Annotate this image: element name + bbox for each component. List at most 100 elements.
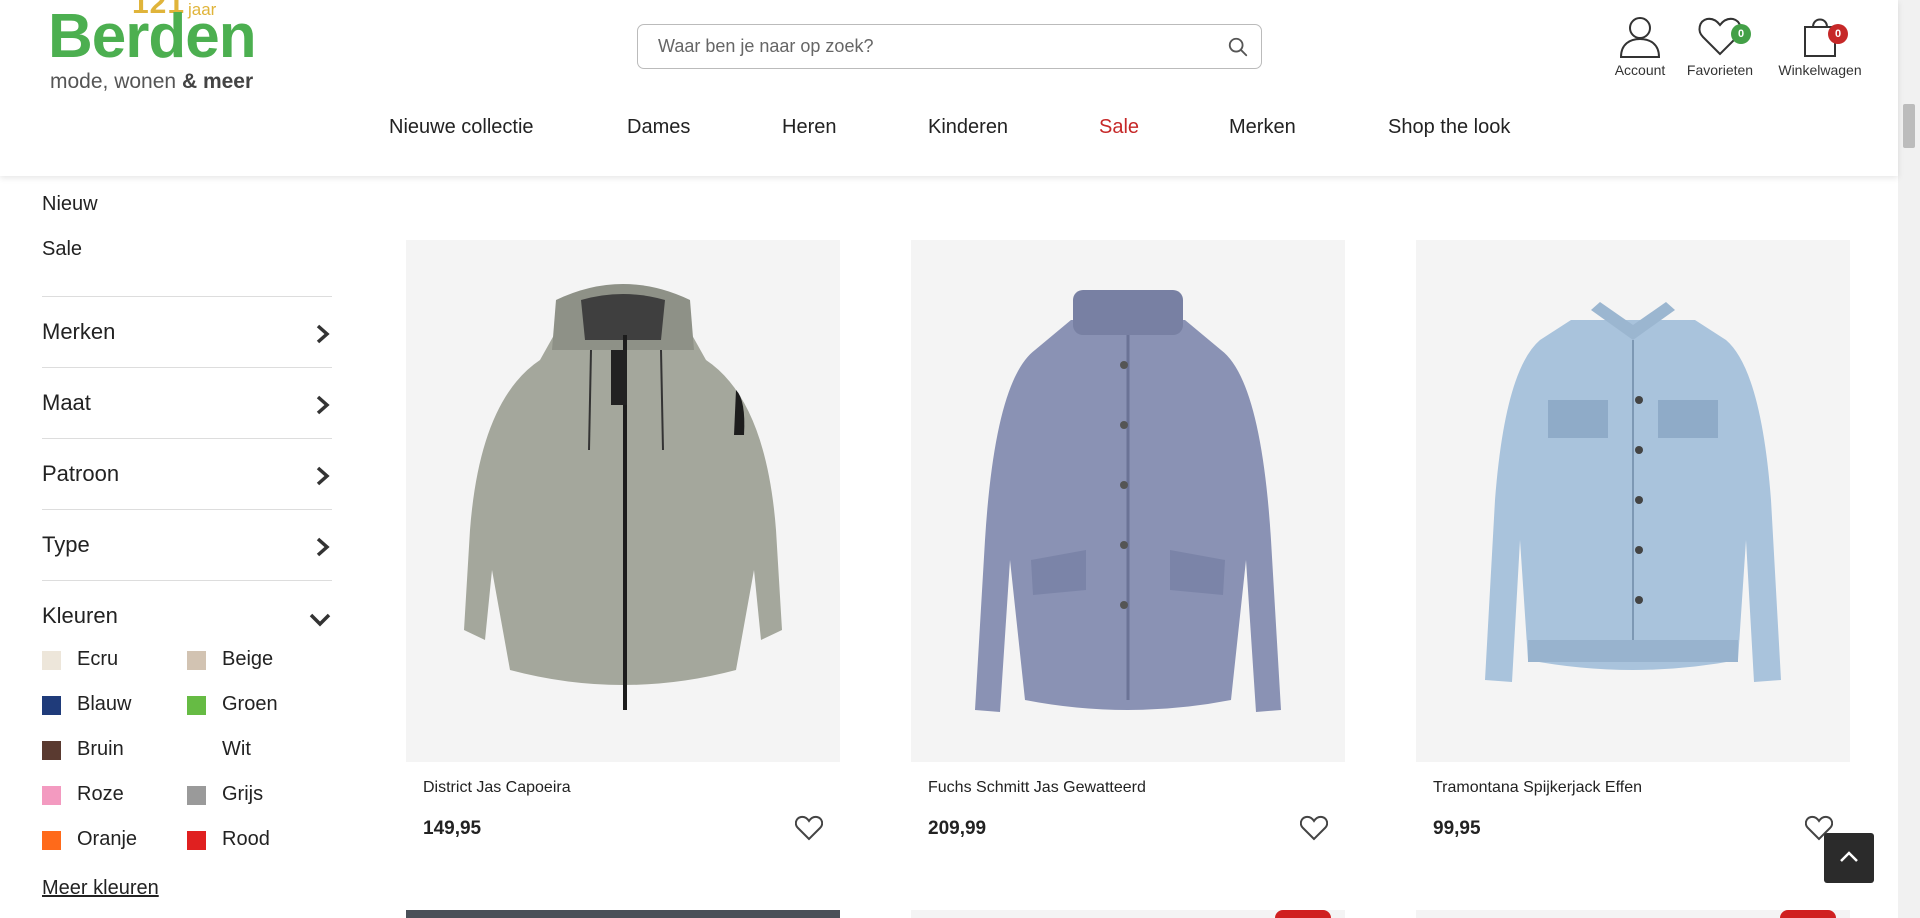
color-swatch: [187, 696, 206, 715]
product-card[interactable]: Fuchs Schmitt Jas Gewatteerd 209,99: [911, 240, 1345, 860]
color-filter-roze[interactable]: Roze: [42, 783, 182, 807]
product-card-peek[interactable]: [406, 910, 840, 918]
filter-sidebar: Nieuw Sale Merken Maat Patroon Type Kleu…: [42, 176, 332, 918]
color-filter-oranje[interactable]: Oranje: [42, 828, 182, 852]
product-name[interactable]: Tramontana Spijkerjack Effen: [1433, 779, 1642, 797]
color-label: Groen: [222, 693, 278, 715]
jacket-image: [1485, 302, 1781, 682]
page-scrollbar[interactable]: [1898, 0, 1920, 918]
heart-icon[interactable]: [795, 815, 823, 841]
favorites-count-badge: 0: [1731, 24, 1751, 44]
product-image[interactable]: [911, 240, 1345, 762]
back-to-top-button[interactable]: [1824, 833, 1874, 883]
nav-item-merken[interactable]: Merken: [1229, 116, 1296, 139]
chevron-right-icon: [316, 395, 330, 415]
color-label: Wit: [222, 738, 251, 760]
product-price: 209,99: [928, 818, 987, 839]
nav-item-sale[interactable]: Sale: [1099, 116, 1139, 139]
color-label: Bruin: [77, 738, 124, 760]
color-label: Ecru: [77, 648, 119, 670]
account-button[interactable]: Account: [1595, 14, 1685, 86]
color-filter-groen[interactable]: Groen: [187, 693, 327, 717]
chevron-right-icon: [316, 466, 330, 486]
heart-icon[interactable]: [1300, 815, 1328, 841]
color-filter-bruin[interactable]: Bruin: [42, 738, 182, 762]
color-swatch: [42, 831, 61, 850]
facet-type[interactable]: Type: [42, 509, 332, 580]
product-card[interactable]: Tramontana Spijkerjack Effen 99,95: [1416, 240, 1850, 860]
cart-label: Winkelwagen: [1778, 62, 1862, 78]
sale-badge: [1275, 910, 1331, 918]
color-swatch: [187, 786, 206, 805]
search-icon[interactable]: [1227, 36, 1249, 58]
nav-item-dames[interactable]: Dames: [627, 116, 690, 139]
account-icon: [1619, 17, 1661, 58]
facet-label: Kleuren: [42, 603, 118, 628]
search-input[interactable]: [658, 25, 1208, 68]
logo-tagline: mode, wonen & meer: [50, 70, 254, 93]
color-filter-beige[interactable]: Beige: [187, 648, 327, 672]
color-swatch: [187, 651, 206, 670]
color-swatch: [187, 741, 206, 760]
chevron-down-icon: [309, 613, 331, 627]
facet-label: Merken: [42, 319, 116, 344]
facet-merken[interactable]: Merken: [42, 296, 332, 367]
product-image[interactable]: [1416, 240, 1850, 762]
favorites-label: Favorieten: [1686, 62, 1754, 78]
facet-label: Patroon: [42, 461, 120, 486]
logo-brand: Berden: [48, 2, 257, 71]
color-label: Roze: [77, 783, 124, 805]
color-label: Grijs: [222, 783, 264, 805]
product-card[interactable]: District Jas Capoeira 149,95: [406, 240, 840, 860]
color-filter-ecru[interactable]: Ecru: [42, 648, 182, 672]
sale-badge: [1780, 910, 1836, 918]
chevron-up-icon: [1840, 851, 1858, 862]
color-swatch: [187, 831, 206, 850]
product-name[interactable]: Fuchs Schmitt Jas Gewatteerd: [928, 779, 1146, 797]
site-header: 121 jaar Berden mode, wonen & meer Accou…: [0, 0, 1898, 176]
product-image[interactable]: [406, 240, 840, 762]
color-label: Blauw: [77, 693, 132, 715]
nav-item-heren[interactable]: Heren: [782, 116, 836, 139]
search-box: [637, 24, 1262, 69]
facet-maat[interactable]: Maat: [42, 367, 332, 438]
sidebar-link-nieuw[interactable]: Nieuw: [42, 193, 98, 216]
chevron-right-icon: [316, 537, 330, 557]
jacket-image: [464, 284, 782, 710]
cart-count-badge: 0: [1828, 24, 1848, 44]
nav-item-shop-the-look[interactable]: Shop the look: [1388, 116, 1510, 139]
product-card-peek[interactable]: [911, 910, 1345, 918]
product-card-peek[interactable]: [1416, 910, 1850, 918]
color-swatch: [42, 696, 61, 715]
facet-kleuren[interactable]: Kleuren: [42, 580, 332, 651]
cart-button[interactable]: Winkelwagen 0: [1775, 14, 1865, 86]
site-logo[interactable]: 121 jaar Berden mode, wonen & meer: [48, 0, 278, 98]
account-label: Account: [1614, 62, 1666, 78]
product-price: 149,95: [423, 818, 482, 839]
color-label: Beige: [222, 648, 274, 670]
product-price: 99,95: [1433, 818, 1481, 839]
color-swatch: [42, 786, 61, 805]
main-nav: Nieuwe collectie Dames Heren Kinderen Sa…: [0, 116, 1898, 146]
sidebar-link-sale[interactable]: Sale: [42, 238, 82, 261]
more-colors-link[interactable]: Meer kleuren: [42, 877, 159, 900]
facet-label: Maat: [42, 390, 91, 415]
product-name[interactable]: District Jas Capoeira: [423, 779, 571, 797]
color-filter-blauw[interactable]: Blauw: [42, 693, 182, 717]
favorites-button[interactable]: Favorieten 0: [1675, 14, 1765, 86]
color-filter-rood[interactable]: Rood: [187, 828, 327, 852]
facet-patroon[interactable]: Patroon: [42, 438, 332, 509]
product-image-edge: [406, 910, 840, 918]
color-label: Rood: [222, 828, 270, 850]
color-filter-grijs[interactable]: Grijs: [187, 783, 327, 807]
nav-item-nieuwe-collectie[interactable]: Nieuwe collectie: [389, 116, 534, 139]
color-swatch: [42, 651, 61, 670]
facet-label: Type: [42, 532, 90, 557]
color-swatch: [42, 741, 61, 760]
chevron-right-icon: [316, 324, 330, 344]
nav-item-kinderen[interactable]: Kinderen: [928, 116, 1008, 139]
color-label: Oranje: [77, 828, 138, 850]
jacket-image: [975, 290, 1281, 712]
color-filter-wit[interactable]: Wit: [187, 738, 327, 762]
scrollbar-thumb[interactable]: [1903, 104, 1915, 148]
